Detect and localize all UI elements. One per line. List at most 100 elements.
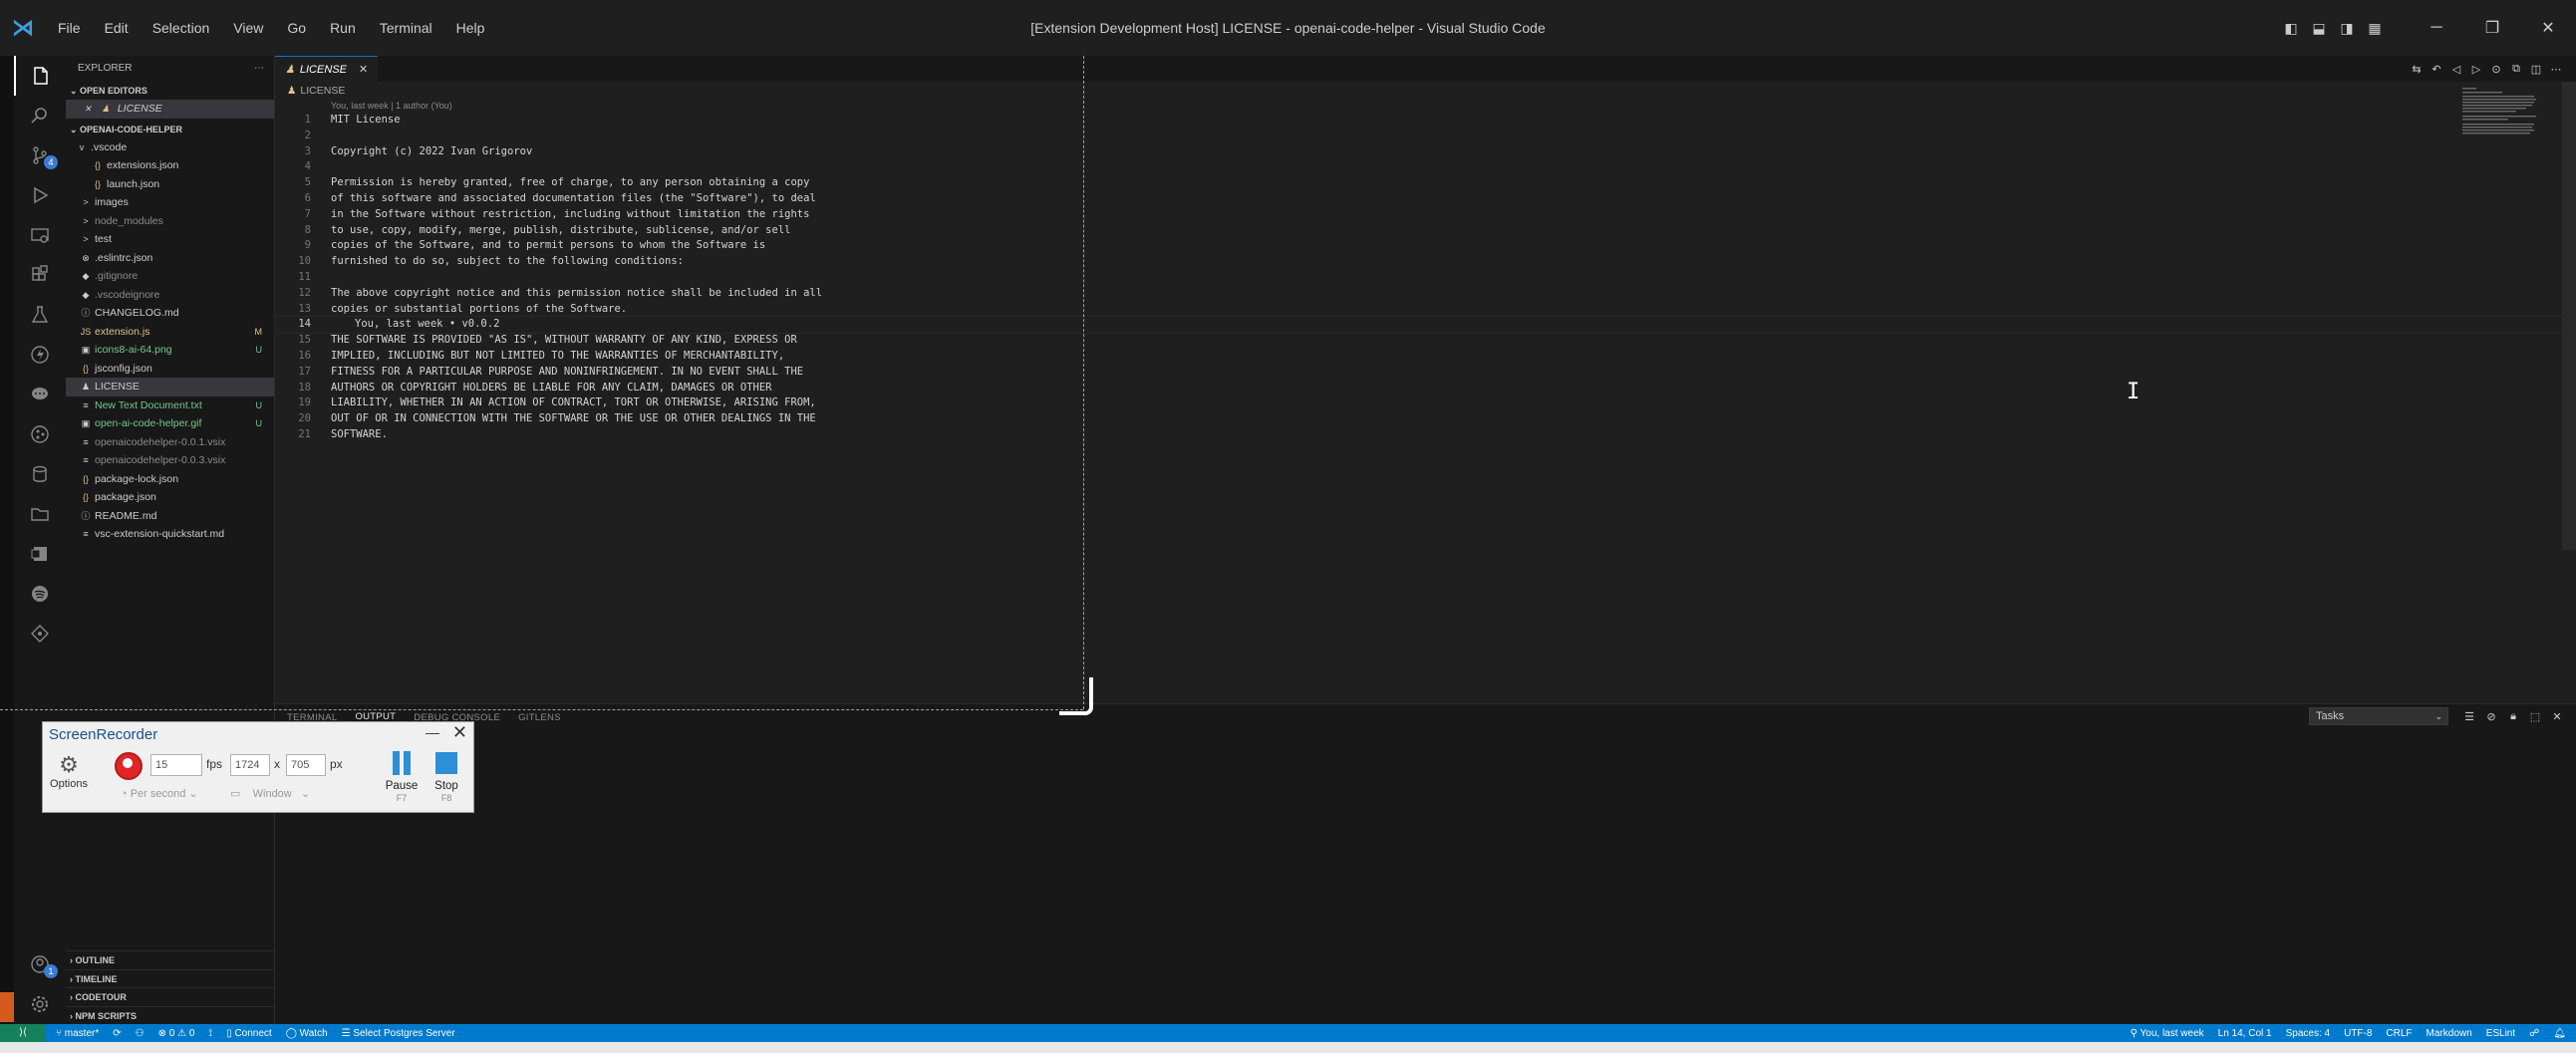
code-line[interactable]: 7 in the Software without restriction, in… [275,207,2576,223]
customize-layout-icon[interactable]: ▦ [2361,14,2389,42]
git-graph-icon[interactable] [14,614,66,654]
code-line[interactable]: 8 to use, copy, modify, merge, publish, d… [275,223,2576,239]
file-tree-item[interactable]: ≡ New Text Document.txt U [66,396,274,415]
file-tree-item[interactable]: ≡ vsc-extension-quickstart.md [66,525,274,544]
stop-button[interactable]: Stop F8 [422,750,471,803]
go-back-icon[interactable]: ↶ [2427,63,2446,76]
file-tree-item[interactable]: {} extensions.json [66,156,274,175]
capture-window-select[interactable]: ▭ Window ⌄ [230,784,340,804]
breadcrumb-file[interactable]: LICENSE [300,85,345,97]
project-section[interactable]: ⌄ OPENAI-CODE-HELPER [66,121,274,138]
git-graph-status-icon[interactable]: ⟟ [208,1028,212,1039]
menu-selection[interactable]: Selection [141,10,222,46]
file-tree-item[interactable]: ⓘ CHANGELOG.md [66,304,274,323]
width-input[interactable]: 1724 [230,754,270,776]
testing-icon[interactable] [14,295,66,335]
file-tree-item[interactable]: ≡ openaicodehelper-0.0.1.vsix [66,433,274,452]
connect-button[interactable]: ▯ Connect [226,1028,272,1039]
code-line[interactable]: 19 LIABILITY, WHETHER IN AN ACTION OF CON… [275,395,2576,411]
close-panel-icon[interactable]: ✕ [2546,710,2568,723]
maximize-panel-icon[interactable]: ⬚ [2524,710,2546,723]
menu-file[interactable]: File [46,10,93,46]
code-line[interactable]: 13 copies or substantial portions of the … [275,302,2576,318]
chat-icon[interactable] [14,375,66,414]
tab-gitlens[interactable]: GITLENS [518,712,561,723]
restore-button[interactable]: ❐ [2464,0,2520,56]
eslint-status[interactable]: ESLint [2486,1028,2515,1039]
code-line[interactable]: 14 You, last week • v0.0.2 [274,316,2576,335]
editor-scrollbar[interactable] [2562,82,2576,550]
pause-button[interactable]: Pause F7 [377,750,427,803]
minimize-button[interactable]: ─ [2409,0,2464,56]
code-line[interactable]: 2 [275,129,2576,144]
gitlens-icon[interactable] [14,414,66,454]
open-editor-license[interactable]: ✕ ♟ LICENSE [66,100,274,119]
postgres-button[interactable]: ☰ Select Postgres Server [342,1028,455,1039]
manage-gear-icon[interactable] [14,984,66,1024]
per-second-select[interactable]: ◔ Per second ⌄ [121,784,220,804]
file-tree-item[interactable]: ♟ LICENSE [66,378,274,396]
menu-run[interactable]: Run [318,10,368,46]
minimap[interactable] [2460,86,2540,135]
file-tree-item[interactable]: > test [66,230,274,249]
cursor-position[interactable]: Ln 14, Col 1 [2218,1028,2272,1039]
code-line[interactable]: 12 The above copyright notice and this pe… [275,286,2576,302]
recorder-close-button[interactable]: ✕ [452,722,467,743]
tab-license[interactable]: ♟ LICENSE ✕ [275,56,379,82]
remote-indicator-icon[interactable]: ⟩⟨ [0,1024,46,1042]
clear-output-icon[interactable]: ⊘ [2480,710,2502,723]
problems-indicator[interactable]: ⊗ 0 ⚠ 0 [158,1028,195,1039]
tab-close-icon[interactable]: ✕ [359,63,368,76]
file-tree-item[interactable]: ◆ .gitignore [66,267,274,286]
menu-go[interactable]: Go [275,10,318,46]
sync-icon[interactable]: ⟳ [113,1028,121,1039]
folder-icon[interactable] [14,494,66,534]
code-line[interactable]: 20 OUT OF OR IN CONNECTION WITH THE SOFTW… [275,411,2576,427]
code-line[interactable]: 18 AUTHORS OR COPYRIGHT HOLDERS BE LIABLE… [275,381,2576,396]
file-tree-item[interactable]: {} package-lock.json [66,470,274,489]
accounts-icon[interactable]: 1 [14,944,66,984]
next-change-icon[interactable]: ▷ [2466,63,2486,76]
feedback-icon[interactable]: ☍ [2529,1028,2539,1039]
language-mode[interactable]: Markdown [2427,1028,2472,1039]
gitlens-status-icon[interactable]: ⚇ [136,1028,144,1039]
code-line[interactable]: 5 Permission is hereby granted, free of c… [275,175,2576,191]
menu-edit[interactable]: Edit [93,10,141,46]
code-line[interactable]: 6 of this software and associated documen… [275,191,2576,207]
git-branch[interactable]: ⑂ master* [56,1028,99,1039]
npm-scripts-section[interactable]: › NPM SCRIPTS [66,1005,275,1025]
indentation[interactable]: Spaces: 4 [2286,1028,2330,1039]
preview-icon[interactable]: ⧉ [2506,63,2526,76]
run-debug-icon[interactable] [14,175,66,215]
toggle-primary-sidebar-icon[interactable]: ◧ [2277,14,2305,42]
menu-terminal[interactable]: Terminal [368,10,444,46]
code-line[interactable]: 4 [275,159,2576,175]
code-line[interactable]: 9 copies of the Software, and to permit p… [275,238,2576,254]
file-tree-item[interactable]: ◆ .vscodeignore [66,286,274,305]
database-icon[interactable] [14,454,66,494]
lock-scroll-icon[interactable]: 🔒︎ [2502,710,2524,723]
code-line[interactable]: 11 [275,270,2576,286]
file-tree-item[interactable]: ⊗ .eslintrc.json [66,249,274,268]
output-channel-select[interactable]: Tasks ⌄ [2309,707,2448,725]
watch-button[interactable]: ◯ Watch [286,1028,328,1039]
more-actions-icon[interactable]: ⋯ [2546,63,2566,76]
codetour-section[interactable]: › CODETOUR [66,987,275,1006]
file-tree-item[interactable]: JS extension.js M [66,323,274,342]
spotify-icon[interactable] [14,574,66,614]
file-tree-item[interactable]: {} launch.json [66,175,274,194]
filter-list-icon[interactable]: ☰ [2458,710,2480,723]
menu-help[interactable]: Help [444,10,497,46]
height-input[interactable]: 705 [286,754,326,776]
lightning-icon[interactable] [14,335,66,375]
code-content[interactable]: You, last week | 1 author (You) 1 MIT Lic… [274,100,2576,443]
code-line[interactable]: 1 MIT License [275,113,2576,129]
open-changes-icon[interactable]: ⇆ [2407,63,2427,76]
office-icon[interactable] [14,534,66,574]
gitlens-commit-icon[interactable]: ⊙ [2486,63,2506,76]
capture-region-resize-handle[interactable] [1059,677,1093,715]
remote-explorer-icon[interactable] [14,215,66,255]
code-line[interactable]: 16 IMPLIED, INCLUDING BUT NOT LIMITED TO … [275,349,2576,365]
encoding[interactable]: UTF-8 [2344,1028,2372,1039]
recorder-options-button[interactable]: ⚙ Options [49,752,89,790]
